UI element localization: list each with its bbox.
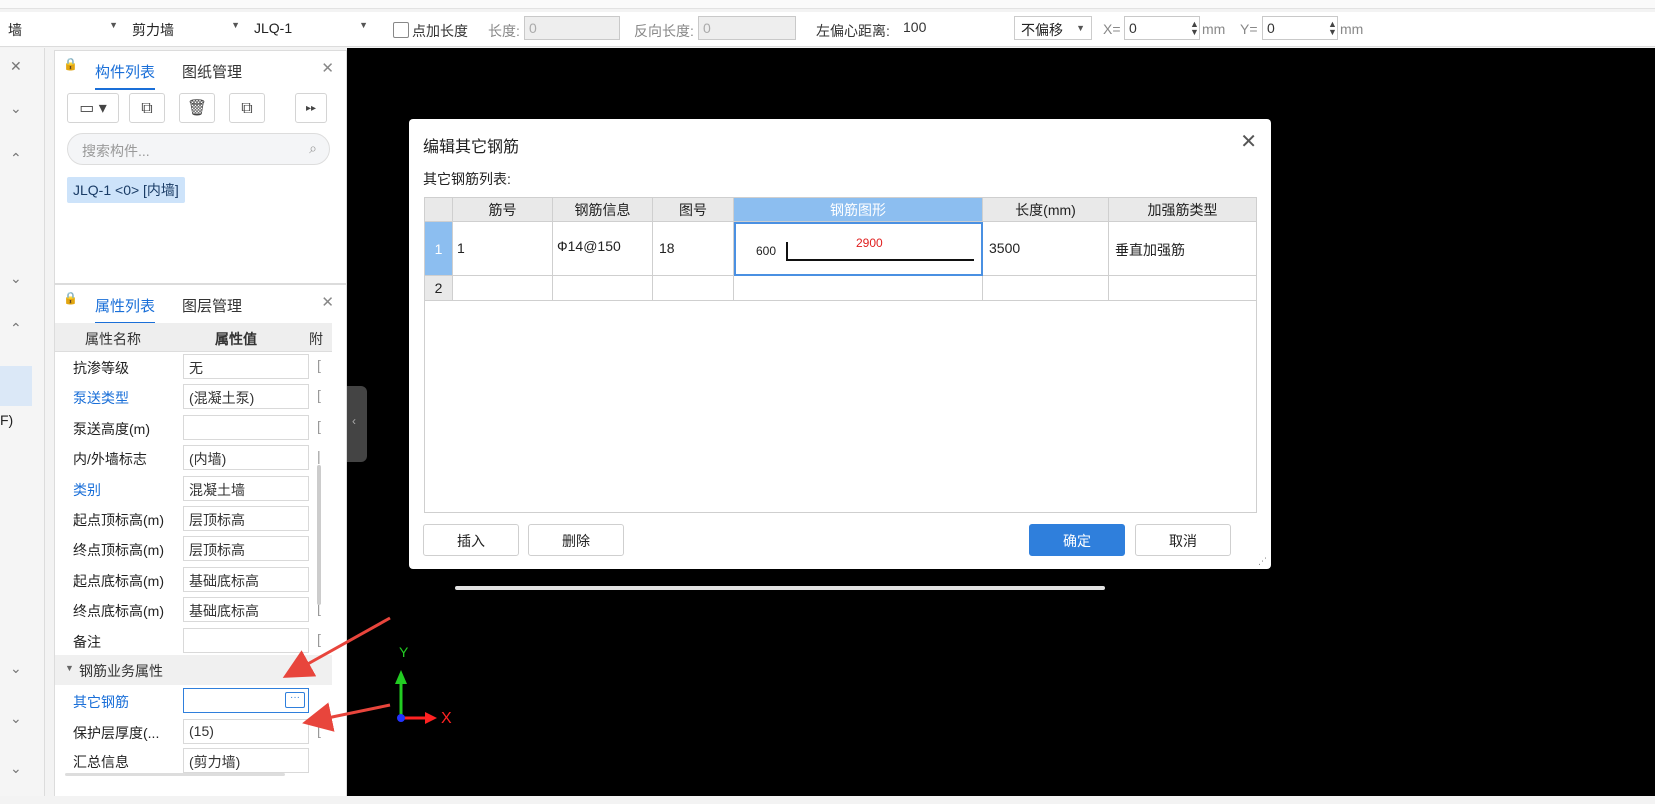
cell-length[interactable]	[983, 276, 1109, 301]
cell-bar-number[interactable]	[453, 276, 553, 301]
cell-length[interactable]: 3500	[983, 222, 1109, 276]
row-number[interactable]: 1	[425, 222, 453, 276]
cell-rebar-shape[interactable]: 600 2900	[734, 222, 983, 276]
arrow-other-rebar	[302, 702, 391, 732]
close-icon[interactable]: ✕	[1240, 129, 1257, 154]
delete-button[interactable]: 删除	[528, 524, 624, 556]
col-bar-number: 筋号	[453, 198, 553, 222]
col-length: 长度(mm)	[983, 198, 1109, 222]
grid-corner	[425, 198, 453, 222]
cell-figure-number[interactable]	[653, 276, 734, 301]
cell-rebar-shape[interactable]	[734, 276, 983, 301]
dialog-title: 编辑其它钢筋	[423, 139, 520, 156]
cell-strengthen-type[interactable]	[1109, 276, 1256, 301]
col-rebar-shape: 钢筋图形	[734, 198, 983, 222]
ok-button[interactable]: 确定	[1029, 524, 1125, 556]
rebar-grid: 筋号 钢筋信息 图号 钢筋图形 长度(mm) 加强筋类型 1 1 Ф14@150…	[424, 197, 1257, 590]
cancel-button[interactable]: 取消	[1135, 524, 1231, 556]
cell-rebar-info[interactable]	[553, 276, 653, 301]
bottom-status-bar	[0, 796, 1655, 804]
cell-strengthen-type[interactable]: 垂直加强筋	[1109, 222, 1256, 276]
cell-figure-number[interactable]: 18	[653, 222, 734, 276]
col-rebar-info: 钢筋信息	[553, 198, 653, 222]
col-figure-number: 图号	[653, 198, 734, 222]
cell-rebar-info[interactable]: Ф14@150	[553, 222, 653, 276]
col-strengthen-type: 加强筋类型	[1109, 198, 1256, 222]
grid-horizontal-scrollbar[interactable]	[455, 586, 1105, 590]
row-number[interactable]: 2	[425, 276, 453, 301]
edit-other-rebar-dialog: 编辑其它钢筋 ✕ 其它钢筋列表: 筋号 钢筋信息 图号 钢筋图形 长度(mm) …	[409, 119, 1271, 590]
arrow-section	[282, 616, 391, 678]
resize-grip-icon[interactable]: ⋰	[1258, 556, 1267, 567]
rebar-shape-drawing	[786, 242, 974, 261]
insert-button[interactable]: 插入	[423, 524, 519, 556]
dialog-subtitle: 其它钢筋列表:	[423, 171, 511, 187]
cell-bar-number[interactable]: 1	[453, 222, 553, 276]
